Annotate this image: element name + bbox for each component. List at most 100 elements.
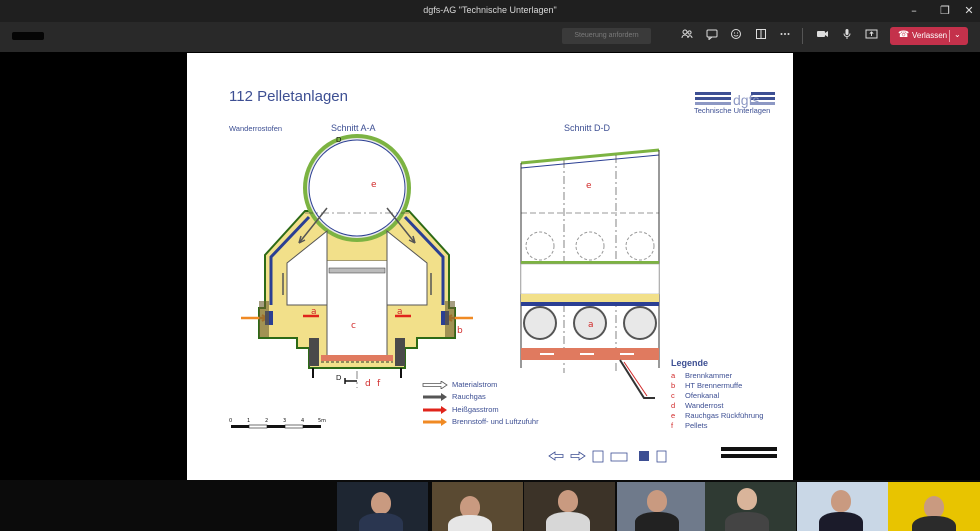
section-dd-drawing: e a [520, 148, 660, 399]
white-arrow-icon [422, 381, 448, 389]
legend-key: b [671, 381, 676, 390]
participant-body [359, 513, 403, 531]
scale-tick: 3 [283, 418, 286, 424]
page-icon [656, 450, 667, 463]
phone-icon: ☎ [898, 29, 910, 39]
slide-nav-icons[interactable] [547, 448, 672, 464]
mic-icon[interactable] [838, 28, 856, 44]
camera-icon[interactable] [813, 28, 831, 44]
legend-key: c [671, 391, 675, 400]
legend-item: b HT Brennermuffe [671, 381, 742, 390]
maximize-button[interactable]: ❐ [934, 3, 956, 19]
participant-body [448, 515, 492, 531]
legend-text: Rauchgas Rückführung [685, 411, 764, 420]
participant-face [737, 488, 757, 510]
leave-button[interactable]: ☎ Verlassen ⌄ [890, 27, 968, 45]
legend-item: d Wanderrost [671, 401, 724, 410]
red-arrow-icon [423, 406, 447, 414]
legend-text: Ofenkanal [685, 391, 720, 400]
reactions-icon[interactable] [727, 28, 745, 44]
chat-icon[interactable] [703, 28, 721, 44]
scale-tick: 0 [229, 418, 232, 424]
meeting-toolbar [0, 22, 980, 52]
svg-text:b: b [457, 326, 463, 336]
participant-body [725, 512, 769, 531]
svg-text:e: e [371, 180, 377, 190]
participant-body [819, 512, 863, 531]
flow-smoke-label: Rauchgas [452, 392, 486, 401]
logo-subtitle: Technische Unterlagen [694, 106, 771, 115]
participants-icon[interactable] [678, 28, 696, 44]
svg-text:a: a [588, 320, 594, 330]
participant-tile[interactable] [337, 482, 428, 531]
participant-body [635, 512, 679, 531]
close-window-button[interactable]: ✕ [958, 3, 980, 19]
legend-item: a Brennkammer [671, 371, 732, 380]
svg-text:c: c [351, 321, 356, 331]
participant-face [924, 496, 944, 518]
more-icon[interactable] [776, 28, 794, 44]
section-aa-drawing: e a a b c d f [241, 134, 473, 389]
participant-face [647, 490, 667, 512]
legend-key: e [671, 411, 676, 420]
flow-fuel-air-label: Brennstoff- und Luftzufuhr [452, 417, 539, 426]
svg-text:e: e [586, 181, 592, 191]
legend-text: HT Brennermuffe [685, 381, 743, 390]
participant-face [831, 490, 851, 512]
orange-arrow-icon [423, 418, 447, 426]
legend-text: Brennkammer [685, 371, 733, 380]
rooms-icon[interactable] [752, 28, 770, 44]
section-aa-label: Schnitt A-A [331, 123, 376, 133]
participant-tile[interactable] [524, 482, 615, 531]
chevron-down-icon[interactable]: ⌄ [954, 30, 961, 39]
participant-tile[interactable] [797, 482, 888, 531]
participant-tile[interactable] [617, 482, 708, 531]
svg-text:f: f [377, 379, 381, 389]
flow-material-label: Materialstrom [452, 380, 498, 389]
request-control-button[interactable]: Steuerung anfordern [562, 28, 651, 44]
redacted-label [12, 32, 44, 40]
grey-arrow-icon [423, 393, 447, 401]
leave-divider [949, 30, 950, 42]
svg-text:a: a [397, 307, 403, 317]
title-bar: dgfs-AG "Technische Unterlagen" – ❐ ✕ [0, 0, 980, 22]
next-arrow-icon [570, 451, 586, 461]
participant-body [546, 512, 590, 531]
scale-tick: 4 [301, 418, 304, 424]
left-caption: Wanderrostofen [229, 124, 283, 133]
scale-tick: 1 [247, 418, 250, 424]
legend-item: c Ofenkanal [671, 391, 719, 400]
legend-text: Pellets [685, 421, 708, 430]
flow-hotgas-label: Heißgasstrom [452, 405, 499, 414]
legend-text: Wanderrost [685, 401, 724, 410]
toolbar-divider [802, 28, 803, 44]
d-bottom-marker: D [336, 373, 342, 382]
prev-arrow-icon [548, 451, 564, 461]
legend-title: Legende [671, 358, 709, 368]
presentation-slide: 112 Pelletanlagen dgfs Technische Unterl… [187, 53, 793, 480]
participant-tile[interactable] [705, 482, 796, 531]
participant-face [558, 490, 578, 512]
table-icon [610, 452, 628, 462]
share-icon[interactable] [862, 28, 880, 44]
d-top-marker: D [336, 135, 342, 144]
section-dd-label: Schnitt D-D [564, 123, 611, 133]
svg-text:a: a [311, 307, 317, 317]
document-icon [592, 450, 604, 463]
legend-item: e Rauchgas Rückführung [671, 411, 763, 420]
participant-face [371, 492, 391, 514]
scale-bar: 0 1 2 3 4 5m [229, 418, 326, 429]
window-title: dgfs-AG "Technische Unterlagen" [423, 5, 557, 15]
participant-tile[interactable] [888, 482, 980, 531]
scale-tick: 5m [318, 418, 326, 424]
minimize-button[interactable]: – [903, 3, 925, 19]
legend-key: f [671, 421, 674, 430]
redacted-text [721, 447, 777, 458]
legend-key: a [671, 371, 676, 380]
legend-key: d [671, 401, 676, 410]
participant-body [912, 516, 956, 531]
book-icon [639, 451, 649, 461]
legend-item: f Pellets [671, 421, 708, 430]
participant-tile[interactable] [432, 482, 523, 531]
leave-label: Verlassen [912, 31, 948, 40]
